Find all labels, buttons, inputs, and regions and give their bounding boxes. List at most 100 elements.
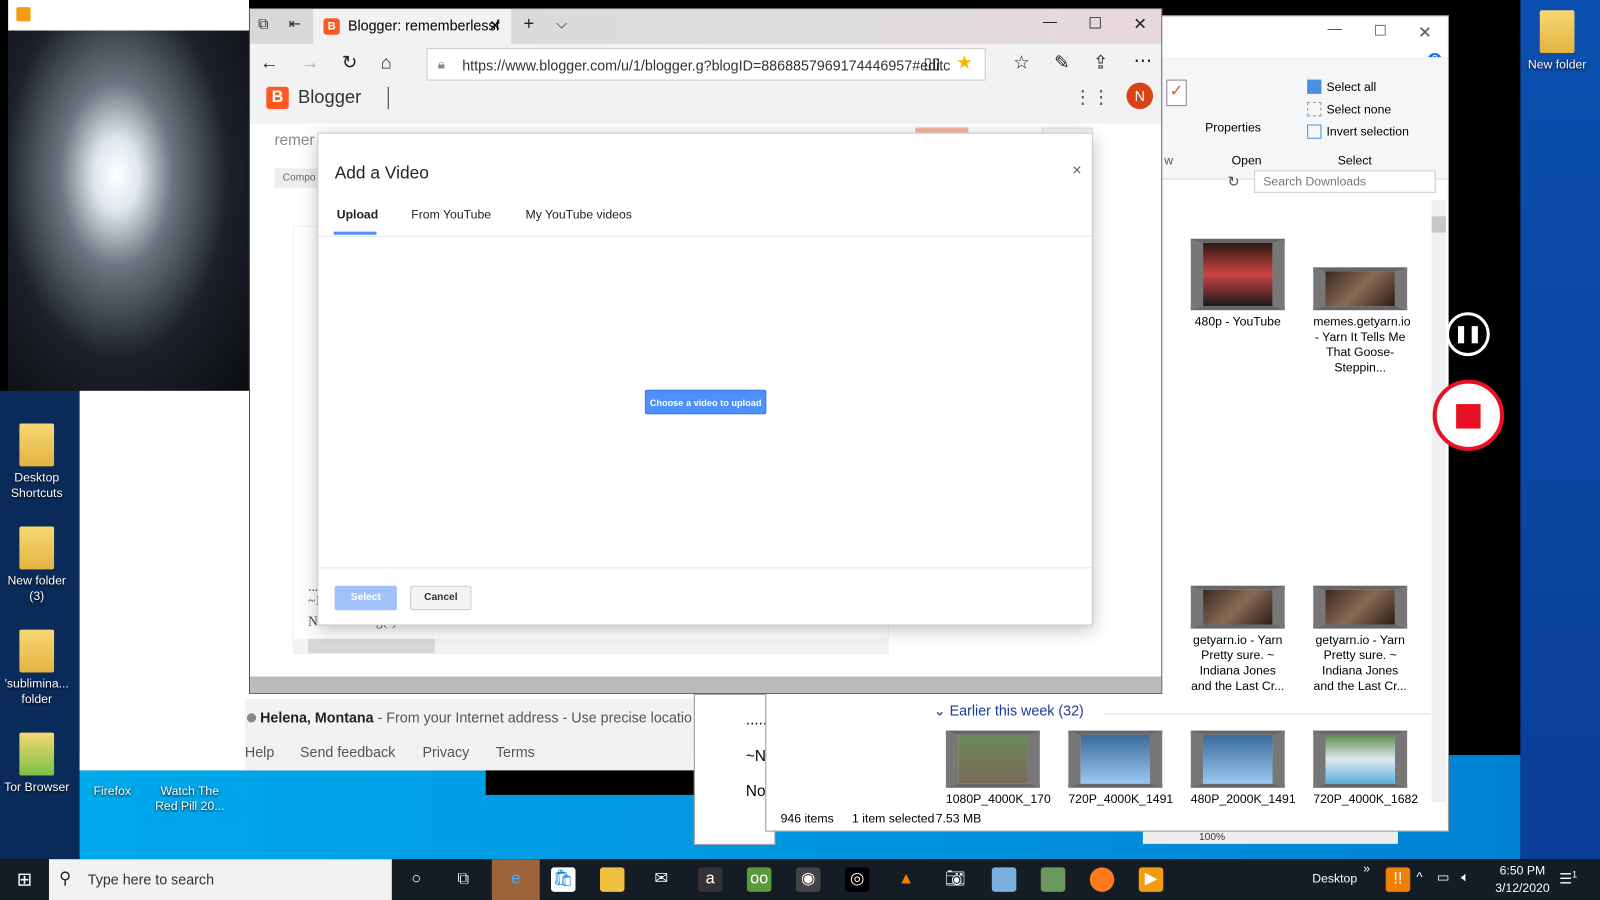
reading-view-icon[interactable]: ▯▯ [923,54,940,72]
vlc-icon[interactable]: ▲ [894,867,918,891]
footer-link-help[interactable]: Help [245,744,274,760]
taskbar-search-box[interactable]: ⚲ Type here to search [48,859,392,900]
stop-recording-button[interactable] [1432,379,1505,452]
cancel-button[interactable]: Cancel [410,585,472,611]
file-item[interactable]: getyarn.io - Yarn Pretty sure. ~ Indiana… [1313,585,1408,694]
footer-link-send-feedback[interactable]: Send feedback [300,744,395,760]
favorite-star-icon[interactable]: ★ [956,52,972,73]
tripadvisor-icon[interactable]: oo [746,867,772,892]
task-view-icon[interactable]: ⧉ [451,867,475,891]
clock-time[interactable]: 6:50 PM [1492,863,1553,877]
file-item[interactable]: 720P_4000K_1682 [1313,730,1418,808]
horizontal-scrollbar[interactable] [249,676,1162,693]
file-item[interactable]: getyarn.io - Yarn Pretty sure. ~ Indiana… [1190,585,1285,694]
share-icon[interactable]: ⇪ [1093,52,1108,73]
volume-icon[interactable]: 🔈︎ [1461,869,1469,885]
more-icon[interactable]: ⋯ [1134,50,1152,71]
edge-taskbar-icon[interactable]: e [491,859,540,900]
select-none-button[interactable]: Select none [1327,102,1392,116]
tab-preview-icon[interactable]: ⧉ [258,15,268,32]
url-input[interactable]: 🔒︎ https://www.blogger.com/u/1/blogger.g… [426,47,986,81]
file-item[interactable]: 480p - YouTube [1190,238,1285,330]
camera-icon[interactable]: 📷︎ [943,867,967,891]
footer-link-privacy[interactable]: Privacy [422,744,469,760]
toolbar-expand-icon[interactable]: » [1363,861,1370,875]
tab-blogger[interactable]: B Blogger: rememberlessf ✕ [313,9,512,44]
search-downloads-input[interactable] [1254,170,1436,193]
forward-icon[interactable]: → [301,52,319,73]
select-all-button[interactable]: Select all [1327,80,1377,94]
desktop-icon-new-folder-3[interactable]: New folder (3) [0,526,73,605]
close-icon[interactable]: ✕ [1418,22,1432,42]
network-icon[interactable]: ▭ [1437,869,1450,885]
blogger-logo-icon[interactable]: B [266,86,289,110]
chevron-down-icon: ⌄ [933,702,950,719]
home-icon[interactable]: ⌂ [381,52,392,73]
select-button[interactable]: Select [334,585,397,611]
minimize-icon[interactable]: — [1043,13,1057,29]
text-window[interactable]: ........ ~N No [693,693,780,845]
scrollbar[interactable] [1431,199,1446,803]
new-tab-icon[interactable]: + [523,13,534,34]
paint-brush-icon[interactable] [1040,867,1066,892]
notification-app-icon[interactable]: !! [1385,867,1411,892]
desktop-icon-firefox[interactable]: Firefox [76,767,149,799]
properties-button[interactable]: Properties [1205,120,1261,134]
favorites-icon[interactable]: ☆ [1013,52,1029,73]
editor-scrollbar[interactable] [293,638,888,654]
media-player-icon[interactable]: ▶ [1138,867,1164,892]
tab-from-youtube[interactable]: From YouTube [411,207,491,221]
color-app-icon[interactable]: ◎ [844,867,870,892]
zoom-bar[interactable]: 100% [1142,831,1398,844]
video-player-window[interactable] [8,0,249,391]
refresh-icon[interactable]: ↻ [1228,173,1240,190]
camera-app-icon[interactable]: ◉ [795,867,821,892]
close-dialog-icon[interactable]: × [1072,162,1082,180]
google-footer: Helena, Montana - From your Internet add… [244,698,694,771]
back-icon[interactable]: ← [260,52,278,73]
footer-link-terms[interactable]: Terms [496,744,535,760]
close-icon[interactable]: ✕ [1133,14,1147,34]
clock-date[interactable]: 3/12/2020 [1492,881,1553,895]
minimize-icon[interactable]: — [1328,20,1342,36]
invert-selection-button[interactable]: Invert selection [1327,124,1409,138]
mail-icon[interactable]: ✉ [649,867,673,891]
desktop-icon-subliminal-folder[interactable]: 'sublimina... folder [0,629,73,708]
refresh-icon[interactable]: ↻ [342,52,357,73]
stop-icon [1456,404,1481,429]
firefox-icon[interactable] [1089,867,1115,892]
desktop-icon-desktop-shortcuts[interactable]: Desktop Shortcuts [0,423,73,501]
chevron-down-icon[interactable]: ⌵ [556,15,567,32]
desktop-toolbar[interactable]: Desktop [1312,871,1357,885]
desktop-icon-tor-browser[interactable]: Tor Browser [0,732,73,795]
blogger-wordmark[interactable]: Blogger [298,87,361,108]
store-icon[interactable]: 🛍︎ [551,867,576,892]
apps-grid-icon[interactable]: ⋮⋮ [1073,87,1110,108]
file-item[interactable]: 480P_2000K_1491 [1190,730,1296,808]
group-header-earlier-this-week[interactable]: ⌄ Earlier this week (32) [934,702,1084,719]
tab-upload[interactable]: Upload [337,207,379,221]
desktop-icon-new-folder[interactable]: New folder [1520,10,1593,72]
paint-icon[interactable] [991,867,1017,892]
amazon-icon[interactable]: a [697,867,723,892]
pause-recording-button[interactable]: ❚❚ [1445,312,1490,357]
file-item[interactable]: 1080P_4000K_170 [945,730,1051,808]
maximize-icon[interactable]: ☐ [1088,14,1102,32]
blogger-favicon: B [323,18,340,35]
choose-video-button[interactable]: Choose a video to upload [644,389,767,415]
start-windows-icon[interactable]: ⊞ [12,867,36,891]
maximize-icon[interactable]: ☐ [1374,22,1387,39]
action-center-icon[interactable]: ☰1 [1559,869,1577,887]
compose-tab[interactable]: Compo [274,168,324,188]
pen-icon[interactable]: ✎ [1054,52,1069,73]
file-item[interactable]: memes.getyarn.io - Yarn It Tells Me That… [1313,267,1411,375]
cortana-icon[interactable]: ○ [404,867,428,891]
show-hidden-icons[interactable]: ^ [1416,869,1422,884]
avatar[interactable]: N [1126,82,1154,110]
set-aside-tabs-icon[interactable]: ⇤ [289,15,301,32]
desktop-icon-watch-red-pill[interactable]: Watch The Red Pill 20... [153,767,226,814]
tab-my-youtube-videos[interactable]: My YouTube videos [526,207,632,221]
close-tab-icon[interactable]: ✕ [489,17,501,34]
file-item[interactable]: 720P_4000K_1491 [1068,730,1173,808]
file-explorer-icon[interactable] [599,867,625,892]
